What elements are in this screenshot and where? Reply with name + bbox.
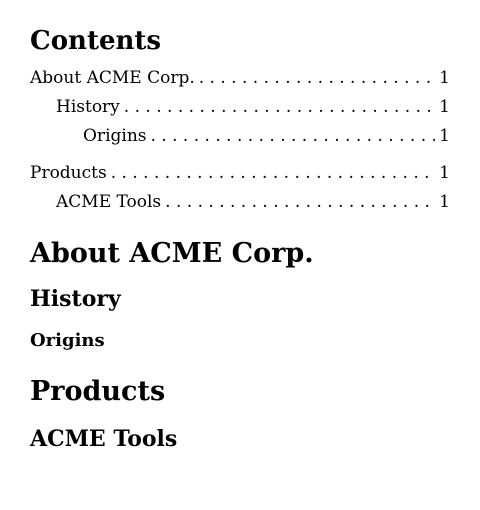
toc-group-about: About ACME Corp. 1 History 1 Origins 1 xyxy=(30,64,450,151)
toc-title: Contents xyxy=(30,26,162,56)
toc-page-number: 1 xyxy=(439,192,450,212)
toc-dot-leader xyxy=(151,122,436,151)
toc-entry-acme-tools[interactable]: ACME Tools 1 xyxy=(30,188,450,217)
toc-entry-origins[interactable]: Origins 1 xyxy=(30,122,450,151)
toc-entry-label: History xyxy=(56,97,120,117)
table-of-contents: Contents About ACME Corp. 1 History 1 Or… xyxy=(30,24,450,217)
toc-entry-about[interactable]: About ACME Corp. 1 xyxy=(30,64,450,93)
toc-dot-leader xyxy=(199,64,435,93)
toc-entry-label: About ACME Corp. xyxy=(30,68,195,88)
heading-products: Products xyxy=(30,376,166,407)
toc-entry-label: Origins xyxy=(83,126,147,146)
toc-entry-label: Products xyxy=(30,163,107,183)
heading-history: History xyxy=(30,286,121,312)
toc-entry-history[interactable]: History 1 xyxy=(30,93,450,122)
toc-entry-products[interactable]: Products 1 xyxy=(30,159,450,188)
heading-acme-tools: ACME Tools xyxy=(30,426,178,452)
toc-page-number: 1 xyxy=(439,163,450,183)
toc-group-products: Products 1 ACME Tools 1 xyxy=(30,159,450,217)
toc-page-number: 1 xyxy=(439,68,450,88)
toc-dot-leader xyxy=(111,159,435,188)
heading-about-acme: About ACME Corp. xyxy=(30,238,314,269)
toc-dot-leader xyxy=(165,188,435,217)
toc-page-number: 1 xyxy=(439,97,450,117)
toc-entry-label: ACME Tools xyxy=(56,192,162,212)
toc-page-number: 1 xyxy=(439,126,450,146)
toc-dot-leader xyxy=(124,93,435,122)
document-page: Contents About ACME Corp. 1 History 1 Or… xyxy=(0,0,480,510)
heading-origins: Origins xyxy=(30,330,105,351)
